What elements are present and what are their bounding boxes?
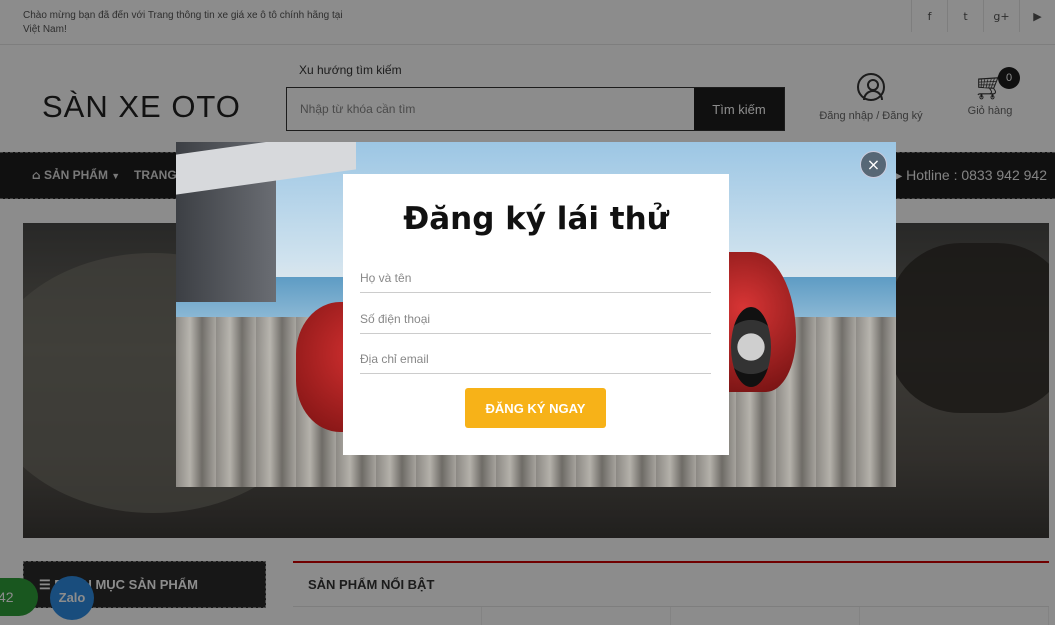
email-field[interactable] <box>360 344 711 374</box>
modal-title: Đăng ký lái thử <box>403 201 669 237</box>
name-field[interactable] <box>360 263 711 293</box>
test-drive-form: Đăng ký lái thử ĐĂNG KÝ NGAY <box>343 174 729 455</box>
register-button[interactable]: ĐĂNG KÝ NGAY <box>465 388 606 428</box>
phone-field[interactable] <box>360 304 711 334</box>
modal-bg-wheel <box>731 307 771 387</box>
close-icon[interactable]: × <box>860 151 887 178</box>
